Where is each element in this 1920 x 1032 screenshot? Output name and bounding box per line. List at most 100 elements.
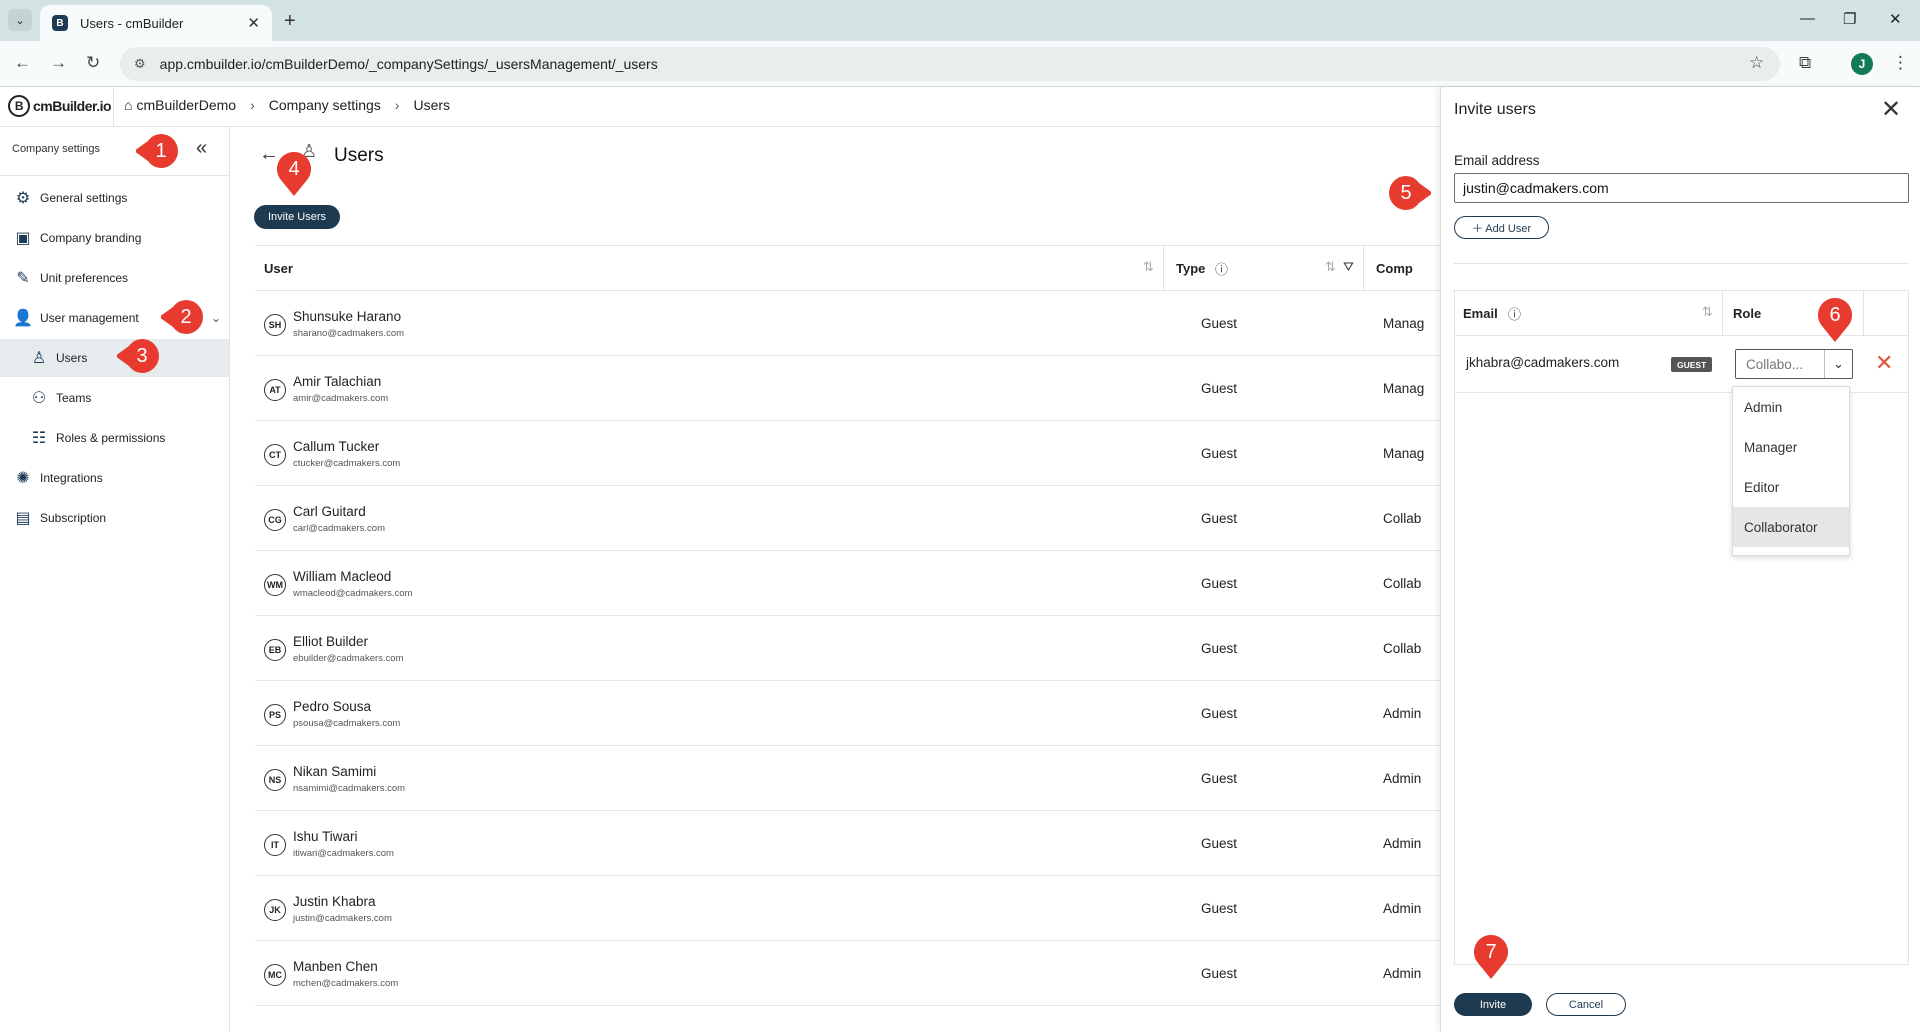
restore-icon[interactable]: ❐ [1843,10,1856,28]
sidebar-item-general-settings[interactable]: ⚙ General settings [0,179,229,217]
email-label: Email address [1454,153,1540,168]
role-select[interactable]: Collabo... ⌄ [1735,349,1853,379]
table-row[interactable]: NS Nikan Samimi nsamimi@cadmakers.com Guest… [255,746,1440,811]
avatar: JK [264,899,286,921]
sidebar-item-label: Company branding [40,231,142,245]
table-row[interactable]: MC Manben Chen mchen@cadmakers.com Guest Adm… [255,941,1440,1006]
avatar: CT [264,444,286,466]
logo[interactable]: B cmBuilder.io [8,95,112,117]
profile-avatar[interactable]: J [1851,53,1873,75]
extensions-icon[interactable]: ⧉ [1799,53,1811,73]
close-tab-icon[interactable]: ✕ [247,14,260,32]
annotation-number: 4 [288,157,300,180]
main-content: ← ♙ Users Invite Users User ⇅ Type ⓘ ⇅ ⛛… [231,127,1440,1032]
tab-search-icon[interactable]: ⌄ [8,9,32,31]
close-icon[interactable]: ✕ [1881,95,1901,124]
user-name: Elliot Builder [293,634,369,649]
sidebar-item-subscription[interactable]: ▤ Subscription [0,499,229,537]
table-row[interactable]: CT Callum Tucker ctucker@cadmakers.com Gues… [255,421,1440,486]
sidebar: Company settings « ⚙ General settings ▣ … [0,127,230,1032]
cancel-button[interactable]: Cancel [1546,993,1626,1016]
favicon-icon: B [52,15,68,31]
user-email: carl@cadmakers.com [293,523,385,534]
user-name: Amir Talachian [293,374,382,389]
forward-icon[interactable]: → [50,53,67,73]
sort-icon[interactable]: ⇅ [1143,259,1154,275]
menu-icon[interactable]: ⋮ [1892,53,1909,73]
table-row[interactable]: EB Elliot Builder ebuilder@cadmakers.com Gu… [255,616,1440,681]
annotation-number: 1 [155,139,167,162]
back-arrow-icon[interactable]: ← [259,143,279,166]
sort-icon[interactable]: ⇅ [1702,304,1713,320]
info-icon[interactable]: ⓘ [1215,259,1228,278]
table-row[interactable]: IT Ishu Tiwari itiwari@cadmakers.com Guest A… [255,811,1440,876]
table-row[interactable]: WM William Macleod wmacleod@cadmakers.com G… [255,551,1440,616]
home-icon[interactable]: ⌂ [124,97,132,113]
sidebar-item-users[interactable]: ♙ Users [0,339,229,377]
table-row[interactable]: SH Shunsuke Harano sharano@cadmakers.com Gu… [255,291,1440,356]
table-row[interactable]: PS Pedro Sousa psousa@cadmakers.com Guest Ad… [255,681,1440,746]
role-option-editor[interactable]: Editor [1733,467,1849,507]
close-window-icon[interactable]: ✕ [1889,10,1902,28]
user-company-role: Manag [1383,446,1425,461]
reload-icon[interactable]: ↻ [86,53,100,73]
chevron-right-icon: › [394,97,400,113]
invite-users-button[interactable]: Invite Users [254,205,340,229]
user-email: itiwari@cadmakers.com [293,848,394,859]
user-management-icon: 👤 [13,310,33,327]
column-header-type[interactable]: Type [1176,261,1205,276]
sidebar-item-unit-preferences[interactable]: ✎ Unit preferences [0,259,229,297]
gear-icon: ⚙ [15,190,31,207]
sidebar-item-label: Subscription [40,511,107,525]
sidebar-item-label: Roles & permissions [56,431,166,445]
url-field[interactable]: ⚙ app.cmbuilder.io/cmBuilderDemo/_compan… [120,47,1780,81]
app-header: B cmBuilder.io ⌂ cmBuilderDemo › Company… [0,87,1440,127]
email-field[interactable] [1454,173,1909,203]
panel-title: Invite users [1454,101,1536,118]
new-tab-icon[interactable]: + [284,10,296,33]
avatar: PS [264,704,286,726]
site-info-icon[interactable]: ⚙ [134,56,146,72]
role-option-collaborator[interactable]: Collaborator [1733,507,1849,547]
breadcrumb-workspace[interactable]: cmBuilderDemo [136,97,236,113]
sidebar-item-label: Unit preferences [40,271,129,285]
invite-button[interactable]: Invite [1454,993,1532,1016]
column-header-email[interactable]: Email [1463,306,1498,321]
user-company-role: Admin [1383,901,1422,916]
sidebar-item-teams[interactable]: ⚇ Teams [0,379,229,417]
info-icon[interactable]: ⓘ [1508,304,1521,323]
table-row[interactable]: CG Carl Guitard carl@cadmakers.com Guest Col… [255,486,1440,551]
role-option-manager[interactable]: Manager [1733,427,1849,467]
remove-invite-icon[interactable]: ✕ [1875,350,1893,376]
user-type: Guest [1201,771,1238,786]
column-header-company-role[interactable]: Comp [1376,261,1413,276]
panel-divider [1454,263,1909,264]
column-header-user[interactable]: User [264,261,293,276]
collapse-sidebar-icon[interactable]: « [196,137,207,160]
sort-icon[interactable]: ⇅ [1325,259,1336,275]
column-header-role[interactable]: Role [1733,306,1761,321]
user-company-role: Admin [1383,706,1422,721]
browser-tab[interactable]: B Users - cmBuilder ✕ [40,5,272,41]
breadcrumb-users[interactable]: Users [413,97,450,113]
avatar: WM [264,574,286,596]
role-option-admin[interactable]: Admin [1733,387,1849,427]
chevron-down-icon[interactable]: ⌄ [1824,350,1852,378]
star-icon[interactable]: ☆ [1749,53,1764,73]
sidebar-item-integrations[interactable]: ✺ Integrations [0,459,229,497]
filter-icon[interactable]: ⛛ [1343,259,1354,275]
sidebar-item-label: Users [56,351,88,365]
breadcrumb-company-settings[interactable]: Company settings [269,97,381,113]
table-row[interactable]: JK Justin Khabra justin@cadmakers.com Guest… [255,876,1440,941]
back-icon[interactable]: ← [14,53,31,73]
integrations-icon: ✺ [16,470,30,487]
minimize-icon[interactable]: — [1800,10,1815,27]
avatar: CG [264,509,286,531]
table-row[interactable]: AT Amir Talachian amir@cadmakers.com Guest M… [255,356,1440,421]
sidebar-item-company-branding[interactable]: ▣ Company branding [0,219,229,257]
logo-icon: B [8,95,30,117]
column-divider [1163,246,1164,292]
sidebar-item-roles-permissions[interactable]: ☷ Roles & permissions [0,419,229,457]
add-user-button[interactable]: ＋ Add User [1454,216,1549,239]
url-text: app.cmbuilder.io/cmBuilderDemo/_companyS… [159,56,658,72]
